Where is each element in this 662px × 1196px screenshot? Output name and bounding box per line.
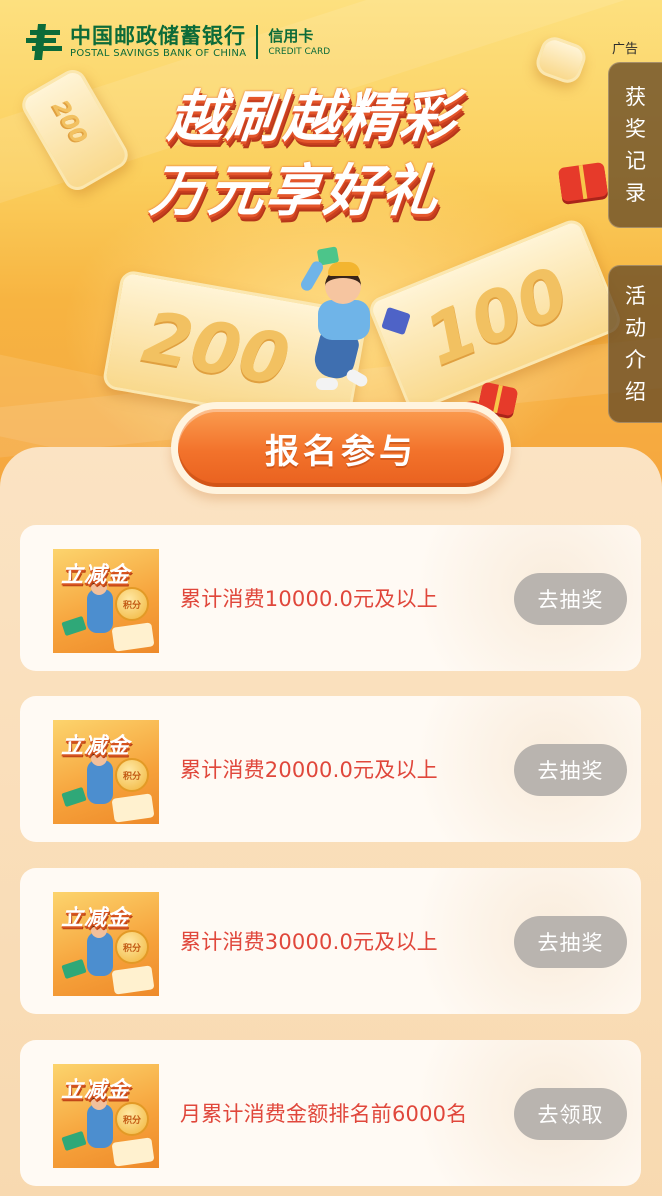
card-icon (61, 1130, 87, 1152)
side-tab-prize-records[interactable]: 获 奖 记 录 (608, 62, 662, 228)
thumbnail-title: 立减金 (61, 734, 131, 759)
side-tab-char: 活 (625, 284, 646, 308)
coin-label: 积分 (122, 600, 141, 611)
postal-logo-icon (24, 22, 64, 62)
side-tab-char: 奖 (625, 117, 646, 141)
points-coin-icon: 积分 (115, 1102, 149, 1136)
cashback-thumbnail: 积分 立减金 (53, 892, 159, 996)
side-tab-char: 动 (625, 316, 646, 340)
side-tab-char: 获 (625, 85, 646, 109)
task-card: 积分 立减金 累计消费30000.0元及以上 去抽奖 (20, 868, 641, 1014)
cashback-thumbnail: 积分 立减金 (53, 1064, 159, 1168)
points-coin-icon: 积分 (115, 930, 149, 964)
draw-button[interactable]: 去抽奖 (514, 744, 627, 796)
page: 中国邮政储蓄银行 POSTAL SAVINGS BANK OF CHINA 信用… (0, 0, 662, 1196)
coin-label: 积分 (122, 1115, 141, 1126)
task-description: 累计消费10000.0元及以上 (180, 587, 438, 611)
task-card: 积分 立减金 累计消费20000.0元及以上 去抽奖 (20, 696, 641, 842)
thumbnail-title: 立减金 (61, 1078, 131, 1103)
join-button-frame: 报名参与 (171, 402, 511, 494)
credit-card-cn: 信用卡 (268, 27, 314, 45)
thumbnail-title: 立减金 (61, 906, 131, 931)
ticket-value: 200 (47, 96, 92, 149)
task-card: 积分 立减金 累计消费10000.0元及以上 去抽奖 (20, 525, 641, 671)
side-tab-char: 录 (625, 181, 646, 205)
gift-box-icon (557, 161, 609, 203)
card-icon (61, 958, 87, 980)
bank-logo: 中国邮政储蓄银行 POSTAL SAVINGS BANK OF CHINA 信用… (24, 22, 330, 62)
side-tab-char: 绍 (625, 380, 646, 404)
side-tab-activity-intro[interactable]: 活 动 介 绍 (608, 265, 662, 423)
banner-title-line1: 越刷越精彩 (164, 85, 462, 150)
cashback-thumbnail: 积分 立减金 (53, 549, 159, 653)
credit-card-en: CREDIT CARD (268, 47, 331, 57)
coin-label: 积分 (122, 943, 141, 954)
points-coin-icon: 积分 (115, 587, 149, 621)
draw-button[interactable]: 去抽奖 (514, 573, 627, 625)
task-description: 月累计消费金额排名前6000名 (180, 1102, 468, 1126)
side-tab-char: 记 (625, 149, 646, 173)
points-coin-icon: 积分 (115, 758, 149, 792)
card-icon (61, 615, 87, 637)
task-description: 累计消费20000.0元及以上 (180, 758, 438, 782)
join-button[interactable]: 报名参与 (178, 409, 504, 487)
task-description: 累计消费30000.0元及以上 (180, 930, 438, 954)
banner-title-line2: 万元享好礼 (146, 159, 444, 224)
ad-label: 广告 (611, 42, 638, 57)
task-card: 积分 立减金 月累计消费金额排名前6000名 去领取 (20, 1040, 641, 1186)
bank-name-cn: 中国邮政储蓄银行 (70, 24, 246, 48)
logo-divider (256, 25, 259, 59)
claim-button[interactable]: 去领取 (514, 1088, 627, 1140)
coin-label: 积分 (122, 771, 141, 782)
floating-ticket-right (532, 33, 590, 87)
cashback-thumbnail: 积分 立减金 (53, 720, 159, 824)
thumbnail-title: 立减金 (61, 563, 131, 588)
ticket-value: 200 (136, 295, 296, 402)
side-tab-char: 介 (625, 348, 646, 372)
card-icon (61, 786, 87, 808)
draw-button[interactable]: 去抽奖 (514, 916, 627, 968)
bank-name-en: POSTAL SAVINGS BANK OF CHINA (70, 48, 247, 59)
